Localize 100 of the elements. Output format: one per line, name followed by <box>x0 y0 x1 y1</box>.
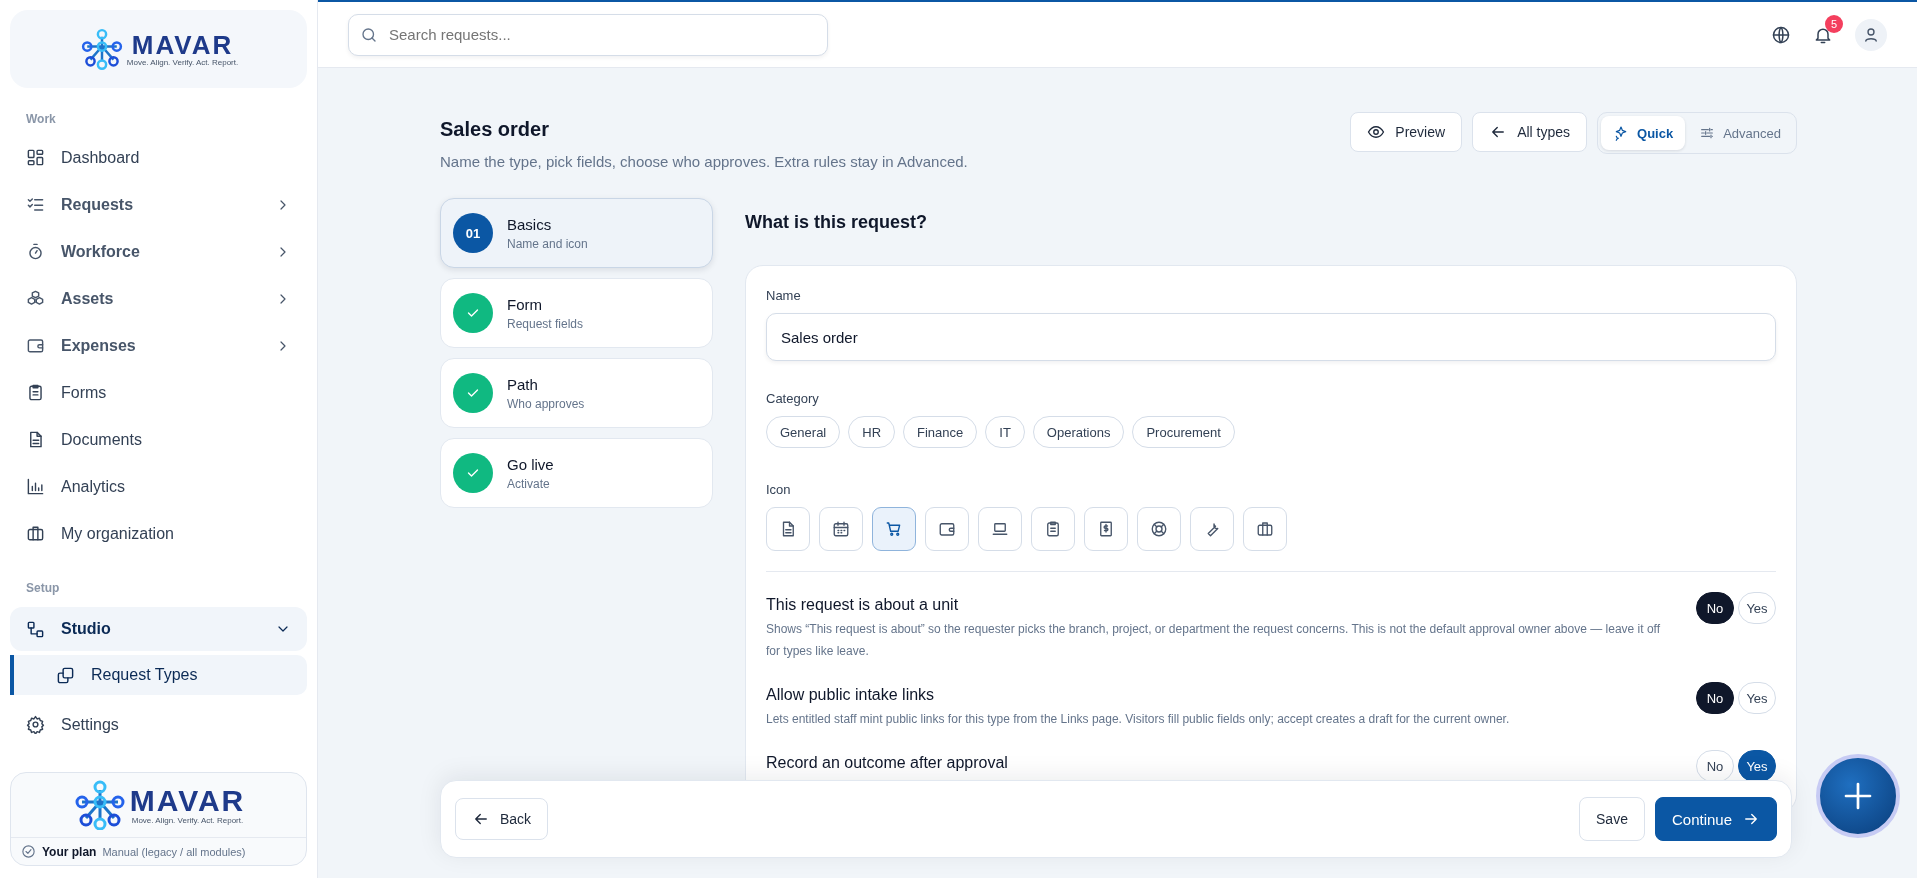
sidebar-item[interactable]: Settings <box>10 701 307 748</box>
field-label: Icon <box>766 482 792 497</box>
check-circle-icon <box>21 844 36 859</box>
dashboard-icon <box>26 148 45 167</box>
sidebar-subitem[interactable]: Request Types <box>10 655 307 695</box>
category-chip[interactable]: HR <box>848 416 896 448</box>
sidebar-item[interactable]: Requests <box>10 181 307 228</box>
sidebar-item[interactable]: My organization <box>10 510 307 557</box>
brand-tagline: Move. Align. Verify. Act. Report. <box>131 815 244 825</box>
step-card[interactable]: Go live Activate <box>440 438 713 508</box>
globe-icon <box>1771 24 1791 45</box>
setting-title: This request is about a unit <box>766 596 960 614</box>
setting-description: Lets entitled staff mint public links for this type from the Links page. Visitors fill public fields only; accept creates a draft for the current owner. <box>766 711 1511 728</box>
continue-button[interactable]: Continue <box>1654 797 1777 841</box>
icon-option[interactable] <box>872 507 916 551</box>
icon-option[interactable] <box>1084 507 1128 551</box>
copy-icon <box>56 665 75 685</box>
sidebar-item[interactable]: Documents <box>10 416 307 463</box>
category-chip[interactable]: Finance <box>903 416 978 448</box>
person-icon <box>1862 25 1880 44</box>
sidebar-item[interactable]: Expenses <box>10 322 307 369</box>
receipt-icon <box>1097 520 1115 538</box>
sidebar-item[interactable]: Studio <box>10 607 307 651</box>
back-button[interactable]: Back <box>455 798 549 840</box>
sidebar-item[interactable]: Dashboard <box>10 134 307 181</box>
cart-icon <box>885 520 903 538</box>
icon-option[interactable] <box>978 507 1022 551</box>
toggle-option[interactable]: Yes <box>1738 682 1776 714</box>
step-subtitle: Request fields <box>507 316 584 331</box>
sidebar-item[interactable]: Assets <box>10 275 307 322</box>
search-icon <box>360 25 378 44</box>
calendar-icon <box>832 520 850 538</box>
step-subtitle: Name and icon <box>507 236 588 251</box>
preview-button[interactable]: Preview <box>1350 112 1463 152</box>
bar-chart-icon <box>26 477 45 496</box>
checklist-icon <box>26 195 45 214</box>
clipboard-icon <box>1044 520 1062 538</box>
icon-option[interactable] <box>925 507 969 551</box>
sidebar-item[interactable]: Workforce <box>10 228 307 275</box>
boxes-icon <box>26 289 45 308</box>
brand-tagline: Move. Align. Verify. Act. Report. <box>126 57 239 67</box>
wallet-icon <box>26 336 45 355</box>
step-card[interactable]: 01 Basics Name and icon <box>440 198 713 268</box>
toggle-option[interactable]: No <box>1696 750 1734 782</box>
toggle-option[interactable]: Yes <box>1738 592 1776 624</box>
step-title: Path <box>507 375 539 393</box>
page-title: Sales order <box>440 118 550 141</box>
category-chip[interactable]: General <box>766 416 841 448</box>
step-card[interactable]: Path Who approves <box>440 358 713 428</box>
icon-option[interactable] <box>1137 507 1181 551</box>
brand-name: MAVAR <box>129 785 246 816</box>
laptop-icon <box>991 520 1009 538</box>
category-chip[interactable]: Procurement <box>1132 416 1235 448</box>
icon-option[interactable] <box>1190 507 1234 551</box>
notification-badge: 5 <box>1825 14 1843 33</box>
icon-option[interactable] <box>819 507 863 551</box>
category-chip[interactable]: Operations <box>1032 416 1125 448</box>
icon-option[interactable] <box>766 507 810 551</box>
step-subtitle: Who approves <box>507 396 585 411</box>
sidebar-item[interactable]: Analytics <box>10 463 307 510</box>
stopwatch-icon <box>26 242 45 261</box>
step-card[interactable]: Form Request fields <box>440 278 713 348</box>
briefcase-icon <box>1256 520 1274 538</box>
eye-icon <box>1367 123 1386 141</box>
search-field[interactable]: Search requests... <box>348 13 828 56</box>
wallet-icon <box>938 520 956 538</box>
page-subtitle: Name the type, pick fields, choose who approves. Extra rules stay in Advanced. <box>440 153 968 170</box>
icon-option[interactable] <box>1243 507 1287 551</box>
setting-description: Shows “This request is about” so the requester picks the branch, project, or department the request concerns. This is not the default approval owner above — leave it off for types like leave. <box>766 621 1662 660</box>
step-title: Go live <box>507 455 554 473</box>
step-number: 01 <box>453 213 493 253</box>
mode-tab[interactable]: Quick <box>1601 116 1686 150</box>
toggle-option[interactable]: No <box>1696 592 1734 624</box>
step-title: Form <box>507 295 543 313</box>
sliders-icon <box>1699 125 1716 141</box>
briefcase-icon <box>26 524 45 543</box>
plan-label: Your plan <box>42 844 97 859</box>
nodes-icon <box>26 619 45 639</box>
toggle-option[interactable]: Yes <box>1738 750 1776 782</box>
setting-title: Record an outcome after approval <box>766 754 1009 772</box>
field-label: Name <box>766 288 802 303</box>
section-label: Work <box>25 112 57 126</box>
brand-name: MAVAR <box>131 31 234 58</box>
sidebar-item[interactable]: Forms <box>10 369 307 416</box>
mode-tab[interactable]: Advanced <box>1687 116 1793 150</box>
all-types-button[interactable]: All types <box>1472 112 1588 152</box>
icon-option[interactable] <box>1031 507 1075 551</box>
save-button[interactable]: Save <box>1579 797 1645 841</box>
lifebuoy-icon <box>1150 520 1168 538</box>
step-title: Basics <box>507 215 553 233</box>
clipboard-icon <box>26 383 45 402</box>
name-input[interactable]: Sales order <box>766 313 1776 361</box>
field-label: Category <box>766 391 820 406</box>
avatar[interactable] <box>1855 18 1887 51</box>
form-heading: What is this request? <box>745 212 929 233</box>
gear-icon <box>26 715 45 734</box>
setting-title: Allow public intake links <box>766 686 936 704</box>
category-chip[interactable]: IT <box>985 416 1025 448</box>
toggle-option[interactable]: No <box>1696 682 1734 714</box>
step-subtitle: Activate <box>507 476 551 491</box>
